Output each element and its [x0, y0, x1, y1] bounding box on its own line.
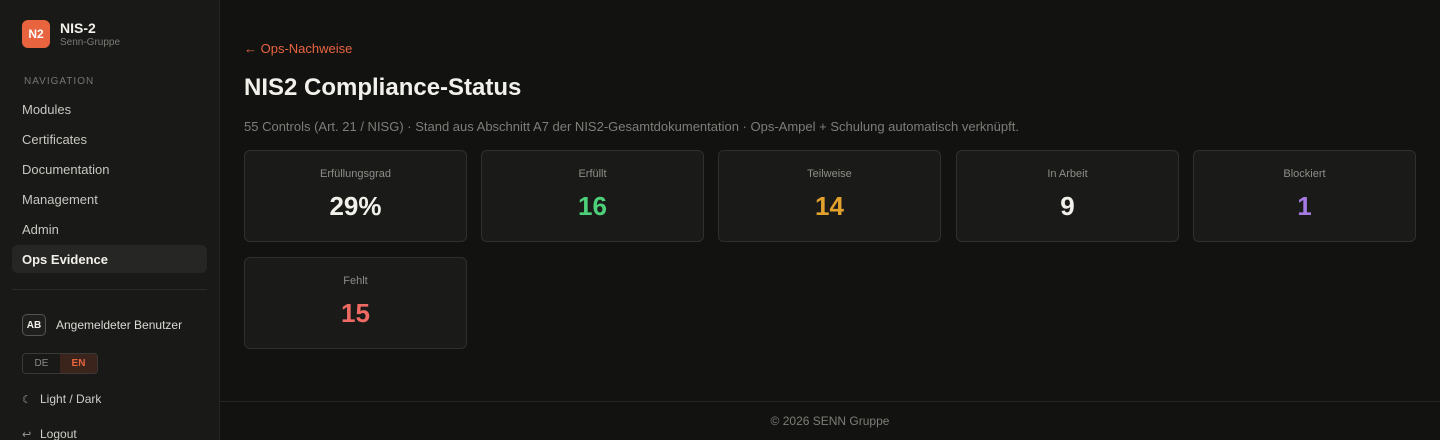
stat-value: 29%: [329, 191, 382, 221]
stat-label: Blockiert: [1283, 168, 1326, 180]
user-profile[interactable]: AB Angemeldeter Benutzer: [22, 314, 182, 336]
brand-title: NIS-2: [60, 19, 96, 36]
logout-button[interactable]: ↩ Logout: [22, 427, 77, 440]
page-title: NIS2 Compliance-Status: [244, 74, 522, 101]
language-switcher: DE EN: [22, 353, 98, 374]
stat-value: 16: [578, 191, 607, 221]
stat-card-erfuellt: Erfüllt 16: [481, 150, 704, 242]
stat-value: 1: [1297, 191, 1312, 221]
avatar: AB: [22, 314, 46, 336]
moon-icon: ☾: [22, 393, 32, 406]
sidebar-item-management[interactable]: Management: [12, 185, 207, 213]
sidebar-nav: Modules Certificates Documentation Manag…: [12, 95, 207, 275]
stat-value: 14: [815, 191, 844, 221]
sidebar-divider: [12, 289, 207, 290]
sidebar-item-admin[interactable]: Admin: [12, 215, 207, 243]
stat-card-blockiert: Blockiert 1: [1193, 150, 1416, 242]
language-en-button[interactable]: EN: [60, 354, 97, 373]
stat-value: 9: [1060, 191, 1075, 221]
stat-card-in-arbeit: In Arbeit 9: [956, 150, 1179, 242]
stat-label: Erfüllungsgrad: [320, 168, 391, 180]
sidebar-item-certificates[interactable]: Certificates: [12, 125, 207, 153]
sidebar-item-documentation[interactable]: Documentation: [12, 155, 207, 183]
sidebar: N2 NIS-2 Senn-Gruppe NAVIGATION Modules …: [0, 0, 220, 440]
theme-toggle-button[interactable]: ☾ Light / Dark: [22, 392, 101, 406]
brand[interactable]: N2 NIS-2 Senn-Gruppe: [22, 20, 120, 48]
footer: © 2026 SENN Gruppe: [220, 401, 1440, 440]
stat-value: 15: [341, 298, 370, 328]
theme-toggle-label: Light / Dark: [40, 392, 102, 406]
stat-card-fehlt: Fehlt 15: [244, 257, 467, 349]
stat-card-erfuellungsgrad: Erfüllungsgrad 29%: [244, 150, 467, 242]
user-name: Angemeldeter Benutzer: [56, 318, 183, 332]
main-content: ← Ops-Nachweise NIS2 Compliance-Status 5…: [220, 0, 1440, 440]
stat-label: Erfüllt: [578, 168, 607, 180]
brand-subtitle: Senn-Gruppe: [60, 36, 121, 48]
brand-logo: N2: [22, 20, 50, 48]
back-link[interactable]: ← Ops-Nachweise: [244, 41, 352, 56]
logout-label: Logout: [40, 427, 77, 440]
stat-label: Teilweise: [807, 168, 852, 180]
sidebar-item-modules[interactable]: Modules: [12, 95, 207, 123]
stat-label: In Arbeit: [1047, 168, 1088, 180]
page-subtitle: 55 Controls (Art. 21 / NISG) · Stand aus…: [244, 119, 1019, 134]
language-de-button[interactable]: DE: [23, 354, 60, 373]
stat-label: Fehlt: [343, 275, 368, 287]
sidebar-item-ops-evidence[interactable]: Ops Evidence: [12, 245, 207, 273]
logout-icon: ↩: [22, 428, 32, 440]
nav-heading: NAVIGATION: [24, 76, 95, 87]
stat-card-teilweise: Teilweise 14: [718, 150, 941, 242]
